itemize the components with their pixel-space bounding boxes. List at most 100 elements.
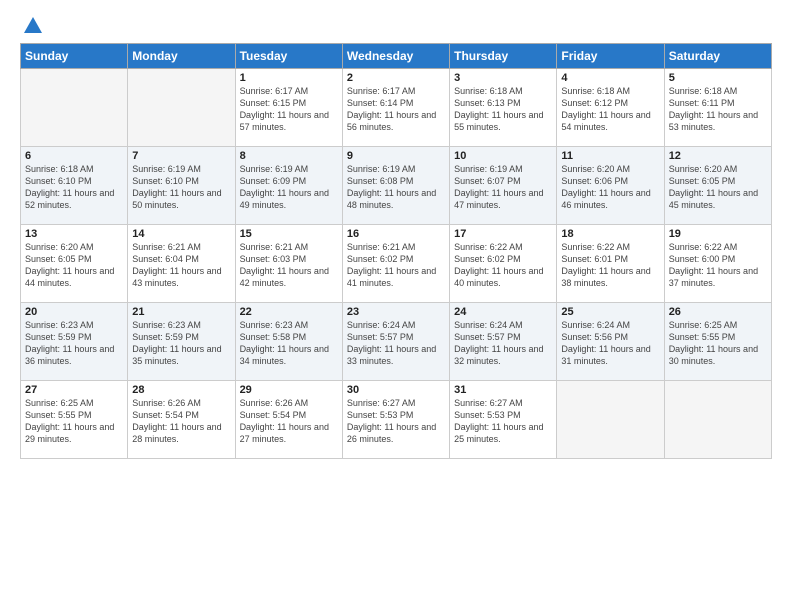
day-info: Sunrise: 6:24 AMSunset: 5:57 PMDaylight:… (347, 319, 445, 368)
day-info: Sunrise: 6:26 AMSunset: 5:54 PMDaylight:… (132, 397, 230, 446)
day-number: 6 (25, 150, 123, 162)
calendar-day-cell: 8Sunrise: 6:19 AMSunset: 6:09 PMDaylight… (235, 147, 342, 225)
calendar-day-cell (21, 69, 128, 147)
calendar-day-cell (557, 381, 664, 459)
day-number: 16 (347, 228, 445, 240)
day-info: Sunrise: 6:19 AMSunset: 6:07 PMDaylight:… (454, 163, 552, 212)
day-number: 23 (347, 306, 445, 318)
calendar-day-cell: 22Sunrise: 6:23 AMSunset: 5:58 PMDayligh… (235, 303, 342, 381)
day-info: Sunrise: 6:24 AMSunset: 5:56 PMDaylight:… (561, 319, 659, 368)
day-info: Sunrise: 6:21 AMSunset: 6:02 PMDaylight:… (347, 241, 445, 290)
calendar-day-cell (128, 69, 235, 147)
weekday-header-friday: Friday (557, 44, 664, 69)
calendar-day-cell: 28Sunrise: 6:26 AMSunset: 5:54 PMDayligh… (128, 381, 235, 459)
day-number: 8 (240, 150, 338, 162)
day-info: Sunrise: 6:26 AMSunset: 5:54 PMDaylight:… (240, 397, 338, 446)
calendar-day-cell: 13Sunrise: 6:20 AMSunset: 6:05 PMDayligh… (21, 225, 128, 303)
day-info: Sunrise: 6:19 AMSunset: 6:08 PMDaylight:… (347, 163, 445, 212)
calendar-day-cell (664, 381, 771, 459)
day-number: 25 (561, 306, 659, 318)
day-info: Sunrise: 6:23 AMSunset: 5:58 PMDaylight:… (240, 319, 338, 368)
day-info: Sunrise: 6:22 AMSunset: 6:00 PMDaylight:… (669, 241, 767, 290)
calendar-day-cell: 1Sunrise: 6:17 AMSunset: 6:15 PMDaylight… (235, 69, 342, 147)
day-number: 26 (669, 306, 767, 318)
day-info: Sunrise: 6:25 AMSunset: 5:55 PMDaylight:… (25, 397, 123, 446)
calendar-day-cell: 24Sunrise: 6:24 AMSunset: 5:57 PMDayligh… (450, 303, 557, 381)
calendar-day-cell: 10Sunrise: 6:19 AMSunset: 6:07 PMDayligh… (450, 147, 557, 225)
day-info: Sunrise: 6:18 AMSunset: 6:10 PMDaylight:… (25, 163, 123, 212)
day-info: Sunrise: 6:20 AMSunset: 6:05 PMDaylight:… (25, 241, 123, 290)
calendar-day-cell: 3Sunrise: 6:18 AMSunset: 6:13 PMDaylight… (450, 69, 557, 147)
calendar-day-cell: 2Sunrise: 6:17 AMSunset: 6:14 PMDaylight… (342, 69, 449, 147)
calendar-day-cell: 5Sunrise: 6:18 AMSunset: 6:11 PMDaylight… (664, 69, 771, 147)
weekday-header-row: SundayMondayTuesdayWednesdayThursdayFrid… (21, 44, 772, 69)
day-number: 3 (454, 72, 552, 84)
weekday-header-tuesday: Tuesday (235, 44, 342, 69)
calendar-day-cell: 4Sunrise: 6:18 AMSunset: 6:12 PMDaylight… (557, 69, 664, 147)
day-info: Sunrise: 6:18 AMSunset: 6:11 PMDaylight:… (669, 85, 767, 134)
day-info: Sunrise: 6:23 AMSunset: 5:59 PMDaylight:… (25, 319, 123, 368)
day-number: 20 (25, 306, 123, 318)
day-number: 19 (669, 228, 767, 240)
day-number: 2 (347, 72, 445, 84)
day-number: 24 (454, 306, 552, 318)
day-info: Sunrise: 6:18 AMSunset: 6:12 PMDaylight:… (561, 85, 659, 134)
day-number: 18 (561, 228, 659, 240)
day-number: 31 (454, 384, 552, 396)
calendar-week-row: 6Sunrise: 6:18 AMSunset: 6:10 PMDaylight… (21, 147, 772, 225)
calendar-day-cell: 15Sunrise: 6:21 AMSunset: 6:03 PMDayligh… (235, 225, 342, 303)
day-number: 12 (669, 150, 767, 162)
header (20, 15, 772, 33)
calendar-week-row: 13Sunrise: 6:20 AMSunset: 6:05 PMDayligh… (21, 225, 772, 303)
day-number: 21 (132, 306, 230, 318)
calendar-day-cell: 19Sunrise: 6:22 AMSunset: 6:00 PMDayligh… (664, 225, 771, 303)
day-info: Sunrise: 6:22 AMSunset: 6:01 PMDaylight:… (561, 241, 659, 290)
calendar-week-row: 1Sunrise: 6:17 AMSunset: 6:15 PMDaylight… (21, 69, 772, 147)
calendar-day-cell: 30Sunrise: 6:27 AMSunset: 5:53 PMDayligh… (342, 381, 449, 459)
calendar-day-cell: 27Sunrise: 6:25 AMSunset: 5:55 PMDayligh… (21, 381, 128, 459)
calendar-day-cell: 12Sunrise: 6:20 AMSunset: 6:05 PMDayligh… (664, 147, 771, 225)
day-info: Sunrise: 6:23 AMSunset: 5:59 PMDaylight:… (132, 319, 230, 368)
day-number: 9 (347, 150, 445, 162)
weekday-header-sunday: Sunday (21, 44, 128, 69)
page-container: SundayMondayTuesdayWednesdayThursdayFrid… (0, 0, 792, 469)
day-number: 17 (454, 228, 552, 240)
day-info: Sunrise: 6:22 AMSunset: 6:02 PMDaylight:… (454, 241, 552, 290)
day-number: 7 (132, 150, 230, 162)
calendar-day-cell: 6Sunrise: 6:18 AMSunset: 6:10 PMDaylight… (21, 147, 128, 225)
day-info: Sunrise: 6:20 AMSunset: 6:06 PMDaylight:… (561, 163, 659, 212)
day-info: Sunrise: 6:19 AMSunset: 6:10 PMDaylight:… (132, 163, 230, 212)
calendar-day-cell: 7Sunrise: 6:19 AMSunset: 6:10 PMDaylight… (128, 147, 235, 225)
logo (20, 15, 44, 33)
day-info: Sunrise: 6:24 AMSunset: 5:57 PMDaylight:… (454, 319, 552, 368)
day-info: Sunrise: 6:21 AMSunset: 6:03 PMDaylight:… (240, 241, 338, 290)
day-info: Sunrise: 6:18 AMSunset: 6:13 PMDaylight:… (454, 85, 552, 134)
calendar-day-cell: 17Sunrise: 6:22 AMSunset: 6:02 PMDayligh… (450, 225, 557, 303)
day-info: Sunrise: 6:25 AMSunset: 5:55 PMDaylight:… (669, 319, 767, 368)
day-number: 22 (240, 306, 338, 318)
calendar-day-cell: 26Sunrise: 6:25 AMSunset: 5:55 PMDayligh… (664, 303, 771, 381)
day-number: 1 (240, 72, 338, 84)
day-number: 5 (669, 72, 767, 84)
day-info: Sunrise: 6:27 AMSunset: 5:53 PMDaylight:… (347, 397, 445, 446)
calendar-table: SundayMondayTuesdayWednesdayThursdayFrid… (20, 43, 772, 459)
calendar-day-cell: 29Sunrise: 6:26 AMSunset: 5:54 PMDayligh… (235, 381, 342, 459)
day-number: 11 (561, 150, 659, 162)
day-number: 30 (347, 384, 445, 396)
day-number: 27 (25, 384, 123, 396)
day-info: Sunrise: 6:17 AMSunset: 6:14 PMDaylight:… (347, 85, 445, 134)
calendar-day-cell: 31Sunrise: 6:27 AMSunset: 5:53 PMDayligh… (450, 381, 557, 459)
weekday-header-thursday: Thursday (450, 44, 557, 69)
day-number: 13 (25, 228, 123, 240)
calendar-day-cell: 16Sunrise: 6:21 AMSunset: 6:02 PMDayligh… (342, 225, 449, 303)
calendar-day-cell: 25Sunrise: 6:24 AMSunset: 5:56 PMDayligh… (557, 303, 664, 381)
calendar-day-cell: 23Sunrise: 6:24 AMSunset: 5:57 PMDayligh… (342, 303, 449, 381)
weekday-header-saturday: Saturday (664, 44, 771, 69)
day-number: 10 (454, 150, 552, 162)
calendar-day-cell: 11Sunrise: 6:20 AMSunset: 6:06 PMDayligh… (557, 147, 664, 225)
calendar-day-cell: 14Sunrise: 6:21 AMSunset: 6:04 PMDayligh… (128, 225, 235, 303)
day-number: 28 (132, 384, 230, 396)
calendar-week-row: 27Sunrise: 6:25 AMSunset: 5:55 PMDayligh… (21, 381, 772, 459)
calendar-day-cell: 21Sunrise: 6:23 AMSunset: 5:59 PMDayligh… (128, 303, 235, 381)
day-info: Sunrise: 6:20 AMSunset: 6:05 PMDaylight:… (669, 163, 767, 212)
